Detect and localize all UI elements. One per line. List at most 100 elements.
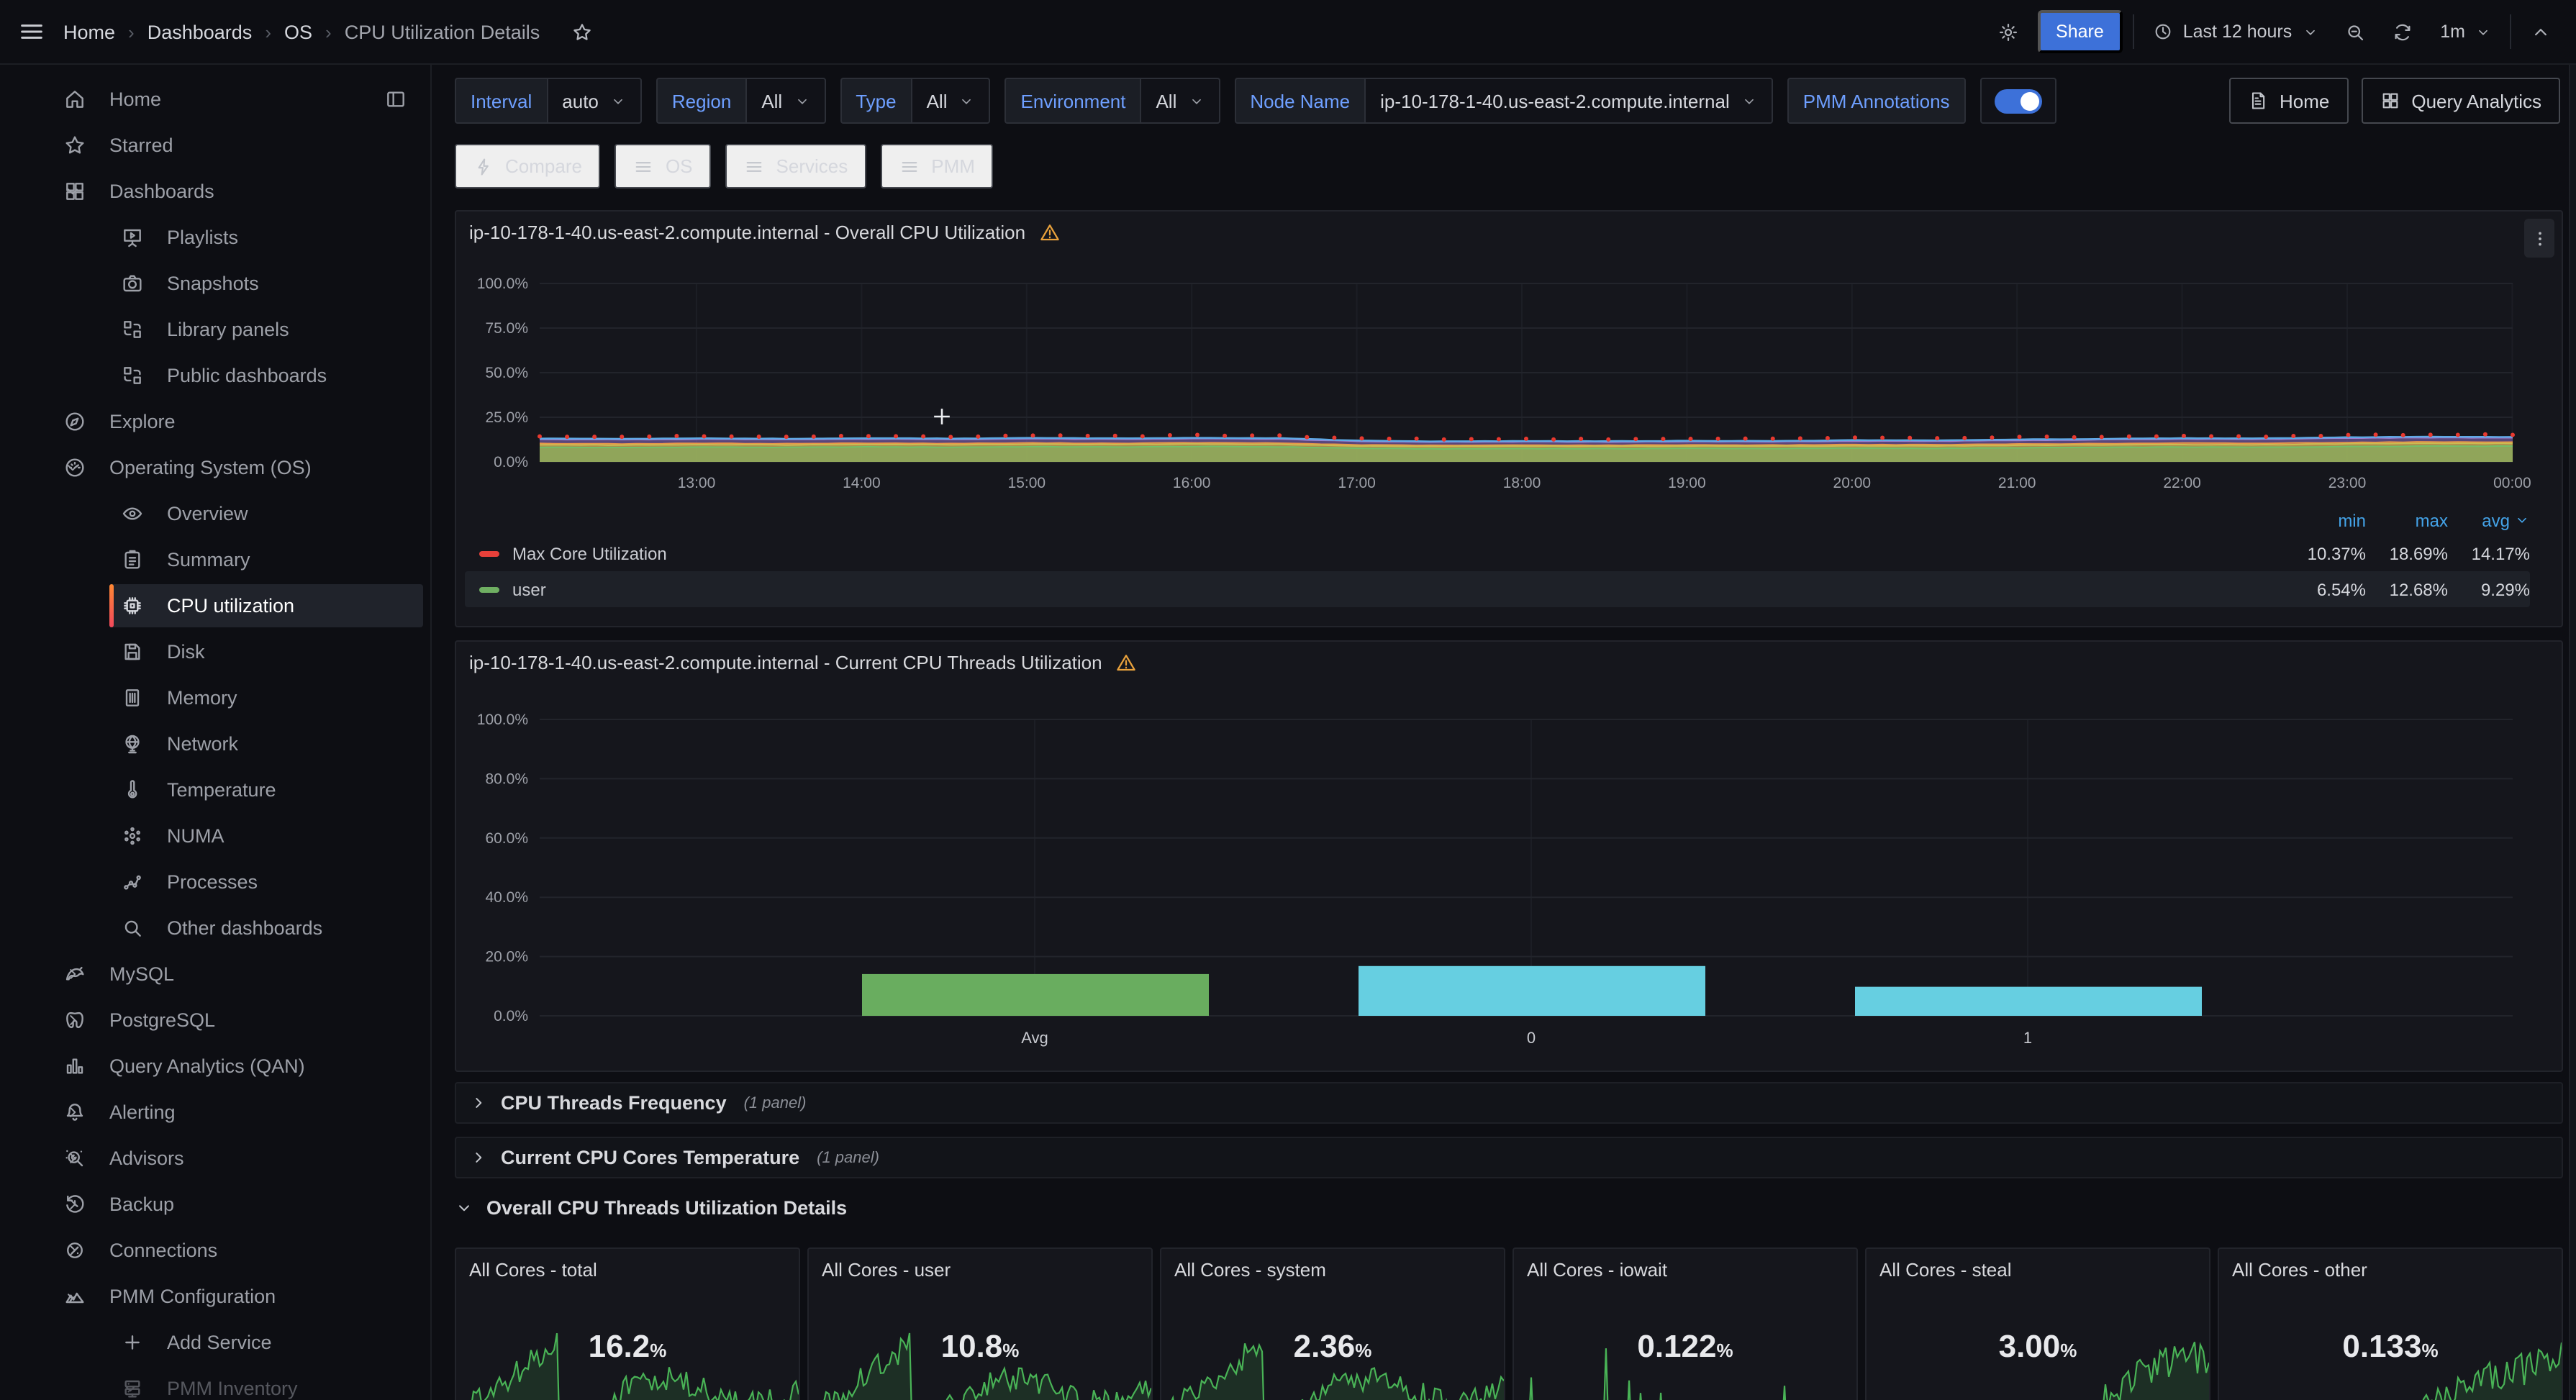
stat-value: 0.122% [1514,1328,1856,1365]
panel-warning-icon[interactable] [1115,652,1137,673]
home-dashboard-button[interactable]: Home [2229,78,2348,124]
sidebar-item-label: Network [167,733,238,755]
panel-warning-icon[interactable] [1038,222,1060,243]
collapsed-rows: CPU Threads Frequency (1 panel) Current … [455,1082,2563,1178]
stat-panel[interactable]: All Cores - system 2.36% [1160,1247,1505,1400]
breadcrumb-item[interactable]: Dashboards [148,21,253,42]
series-name[interactable]: Max Core Utilization [512,543,2284,563]
toggle-switch-on[interactable] [1995,88,2042,113]
sidebar-item[interactable]: Dashboards [0,168,430,214]
sidebar-item[interactable]: NUMA [0,813,430,859]
sidebar-item[interactable]: Operating System (OS) [0,445,430,491]
filter-label: Type [840,78,910,124]
dashboard-link-button[interactable]: Compare [455,144,601,188]
sidebar-item[interactable]: Advisors [0,1135,430,1181]
breadcrumb-item[interactable]: OS [284,21,312,42]
scrollbar-track[interactable] [2569,65,2576,1400]
sidebar-item[interactable]: Explore [0,399,430,445]
filter-value-dropdown[interactable]: All [745,78,825,124]
sidebar-item[interactable]: Temperature [0,767,430,813]
dashboard-link-button[interactable]: PMM [881,144,994,188]
breadcrumb-item[interactable]: CPU Utilization Details [345,21,540,42]
filter-value-dropdown[interactable]: All [911,78,991,124]
pmm-annotations-toggle[interactable] [1980,78,2056,124]
stat-panel[interactable]: All Cores - other 0.133% [2218,1247,2563,1400]
filter-value-dropdown[interactable]: ip-10-178-1-40.us-east-2.compute.interna… [1364,78,1773,124]
sidebar-item[interactable]: Add Service [0,1319,430,1365]
favorite-star-icon[interactable] [571,21,593,42]
sidebar-item-label: Advisors [109,1147,184,1169]
dashboard-link-button[interactable]: Services [726,144,867,188]
dashboard-settings-button[interactable] [1990,13,2027,50]
refresh-interval-picker[interactable]: 1m [2431,14,2500,49]
sidebar-item[interactable]: Network [0,721,430,767]
filter-value-dropdown[interactable]: auto [546,78,642,124]
sidebar-item[interactable]: MySQL [0,951,430,997]
sidebar-item[interactable]: CPU utilization [0,583,430,629]
zoom-out-button[interactable] [2336,13,2374,50]
collapse-up-button[interactable] [2521,13,2559,50]
panel-title-bar[interactable]: ip-10-178-1-40.us-east-2.compute.interna… [469,652,1137,673]
stat-value: 0.133% [2219,1328,2562,1365]
panel-current-cpu-threads: ip-10-178-1-40.us-east-2.compute.interna… [455,640,2563,1072]
sidebar-item[interactable]: Overview [0,491,430,537]
stat-panel[interactable]: All Cores - iowait 0.122% [1513,1247,1858,1400]
filter-value: All [927,90,948,112]
sidebar-item[interactable]: Starred [0,122,430,168]
pmm-annotations-group: PMM Annotations [1787,78,1966,124]
qan-icon [63,1055,86,1078]
sidebar-item[interactable]: Processes [0,859,430,905]
dashboard-row-collapsed[interactable]: CPU Threads Frequency (1 panel) [455,1082,2563,1124]
filter-label: Node Name [1234,78,1364,124]
legend-sort-avg[interactable]: avg [2448,510,2530,530]
dashboard-link-button[interactable]: OS [615,144,712,188]
stat-panel[interactable]: All Cores - total 16.2% [455,1247,800,1400]
sidebar-item[interactable]: PMM Configuration [0,1273,430,1319]
panel-collapse-icon[interactable] [384,88,407,111]
sidebar-item[interactable]: Library panels [0,306,430,353]
sidebar-item[interactable]: Public dashboards [0,353,430,399]
series-name[interactable]: user [512,579,2284,599]
sidebar-item[interactable]: PMM Inventory [0,1365,430,1400]
sidebar-item[interactable]: Disk [0,629,430,675]
sidebar-item[interactable]: Connections [0,1227,430,1273]
time-range-picker[interactable]: Last 12 hours [2144,14,2327,49]
panel-overall-cpu-utilization: ip-10-178-1-40.us-east-2.compute.interna… [455,210,2563,627]
stat-panel[interactable]: All Cores - user 10.8% [807,1247,1153,1400]
overview-icon [121,502,144,525]
sidebar-item[interactable]: Memory [0,675,430,721]
sidebar-item-label: Playlists [167,227,238,248]
breadcrumb-item[interactable]: Home [63,21,115,42]
stat-panel[interactable]: All Cores - steal 3.00% [1865,1247,2210,1400]
sidebar-item[interactable]: Query Analytics (QAN) [0,1043,430,1089]
svg-text:Avg: Avg [1021,1029,1048,1047]
cpu-threads-bar-chart: 100.0%80.0%60.0%40.0%20.0%0.0%Avg01 [456,642,2564,1073]
legend-sort-min[interactable]: min [2284,510,2366,530]
panel-menu-button[interactable] [2524,219,2554,258]
sidebar-item[interactable]: Playlists [0,214,430,260]
sidebar-item[interactable]: Alerting [0,1089,430,1135]
sidebar-item[interactable]: Summary [0,537,430,583]
sidebar-item[interactable]: Home [0,76,430,122]
chevron-down-icon [610,93,626,109]
filter-value-dropdown[interactable]: All [1140,78,1220,124]
dashboard-row-expanded[interactable]: Overall CPU Threads Utilization Details [455,1188,847,1226]
query-analytics-button[interactable]: Query Analytics [2361,78,2560,124]
series-avg: 9.29% [2448,579,2530,599]
chevron-right-icon [469,1148,488,1167]
dashboard-row-collapsed[interactable]: Current CPU Cores Temperature (1 panel) [455,1137,2563,1178]
sidebar-item[interactable]: PostgreSQL [0,997,430,1043]
sidebar-item[interactable]: Snapshots [0,260,430,306]
sidebar-item[interactable]: Backup [0,1181,430,1227]
search-minus-icon [2344,21,2366,42]
sidebar-item[interactable]: Other dashboards [0,905,430,951]
processes-icon [121,871,144,894]
legend-sort-max[interactable]: max [2366,510,2448,530]
hamburger-menu-icon[interactable] [17,17,46,46]
refresh-button[interactable] [2384,13,2421,50]
sidebar-item-label: CPU utilization [167,595,294,617]
panel-title-bar[interactable]: ip-10-178-1-40.us-east-2.compute.interna… [469,222,1060,243]
sidebar-item-label: Other dashboards [167,917,322,939]
chevron-down-icon [2475,24,2491,40]
share-button[interactable]: Share [2037,10,2123,53]
